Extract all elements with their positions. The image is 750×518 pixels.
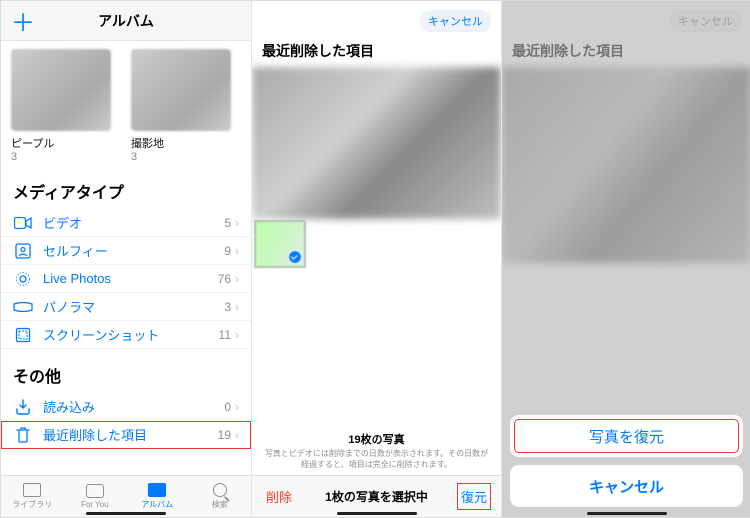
tab-search[interactable]: 検索 bbox=[189, 476, 252, 517]
row-selfies[interactable]: セルフィー 9 › bbox=[1, 237, 251, 265]
add-album-button[interactable]: ＋ bbox=[11, 3, 35, 38]
row-recently-deleted[interactable]: 最近削除した項目 19 › bbox=[1, 421, 251, 449]
cancel-button[interactable]: キャンセル bbox=[420, 10, 491, 32]
chevron-right-icon: › bbox=[235, 216, 239, 230]
screenshot-icon bbox=[13, 325, 33, 345]
photo-grid-preview[interactable] bbox=[252, 67, 501, 219]
panorama-icon bbox=[13, 297, 33, 317]
cancel-sheet-button[interactable]: キャンセル bbox=[510, 465, 743, 507]
tab-albums[interactable]: アルバム bbox=[126, 476, 189, 517]
row-count: 19 bbox=[218, 428, 231, 442]
live-photos-icon bbox=[13, 269, 33, 289]
search-icon bbox=[213, 483, 227, 497]
row-live-photos[interactable]: Live Photos 76 › bbox=[1, 265, 251, 293]
tab-for-you[interactable]: For You bbox=[64, 476, 127, 517]
row-label: パノラマ bbox=[43, 297, 224, 316]
import-icon bbox=[13, 397, 33, 417]
video-icon bbox=[13, 213, 33, 233]
row-count: 9 bbox=[224, 244, 231, 258]
row-label: セルフィー bbox=[43, 241, 224, 260]
album-thumb-people[interactable]: ピープル 3 bbox=[11, 49, 111, 163]
chevron-right-icon: › bbox=[235, 428, 239, 442]
tab-library[interactable]: ライブラリ bbox=[1, 476, 64, 517]
chevron-right-icon: › bbox=[235, 300, 239, 314]
tab-bar: ライブラリ For You アルバム 検索 bbox=[1, 475, 251, 517]
photo-count-label: 19枚の写真 bbox=[264, 431, 489, 447]
recover-photo-button[interactable]: 写真を復元 bbox=[510, 415, 743, 457]
selected-photo-thumb[interactable] bbox=[256, 222, 304, 266]
selfie-icon bbox=[13, 241, 33, 261]
album-thumb-count: 3 bbox=[11, 151, 111, 163]
tab-label: For You bbox=[81, 500, 109, 509]
album-thumb-label: ピープル bbox=[11, 135, 111, 151]
other-list: 読み込み 0 › 最近削除した項目 19 › bbox=[1, 393, 251, 449]
library-icon bbox=[23, 483, 41, 497]
media-types-list: ビデオ 5 › セルフィー 9 › Live Photos 76 › パノラマ … bbox=[1, 209, 251, 349]
selection-count: 1枚の写真を選択中 bbox=[325, 488, 428, 505]
row-screenshots[interactable]: スクリーンショット 11 › bbox=[1, 321, 251, 349]
pane2-toolbar: 削除 1枚の写真を選択中 復元 bbox=[252, 475, 501, 517]
chevron-right-icon: › bbox=[235, 272, 239, 286]
tab-label: 検索 bbox=[212, 499, 228, 510]
trash-icon bbox=[13, 425, 33, 445]
deletion-note: 写真とビデオには削除までの日数が表示されます。その日数が経過すると、項目は完全に… bbox=[264, 448, 489, 470]
album-thumb-places[interactable]: 撮影地 3 bbox=[131, 49, 231, 163]
chevron-right-icon: › bbox=[235, 400, 239, 414]
home-indicator bbox=[587, 512, 667, 515]
home-indicator bbox=[337, 512, 417, 515]
row-count: 5 bbox=[224, 216, 231, 230]
other-heading: その他 bbox=[1, 349, 251, 393]
album-thumb-image bbox=[131, 49, 231, 131]
albums-icon bbox=[148, 483, 166, 497]
chevron-right-icon: › bbox=[235, 244, 239, 258]
pane2-title: 最近削除した項目 bbox=[252, 41, 501, 67]
row-label: 読み込み bbox=[43, 397, 224, 416]
action-sheet-pane: キャンセル 最近削除した項目 写真を復元 キャンセル bbox=[501, 1, 750, 517]
info-area: 19枚の写真 写真とビデオには削除までの日数が表示されます。その日数が経過すると… bbox=[252, 426, 501, 475]
for-you-icon bbox=[86, 484, 104, 498]
row-videos[interactable]: ビデオ 5 › bbox=[1, 209, 251, 237]
row-count: 0 bbox=[224, 400, 231, 414]
recently-deleted-pane: キャンセル 最近削除した項目 19枚の写真 写真とビデオには削除までの日数が表示… bbox=[251, 1, 501, 517]
row-imports[interactable]: 読み込み 0 › bbox=[1, 393, 251, 421]
album-thumb-count: 3 bbox=[131, 151, 231, 163]
media-types-heading: メディアタイプ bbox=[1, 165, 251, 209]
album-thumb-row: ピープル 3 撮影地 3 bbox=[1, 41, 251, 165]
row-label: スクリーンショット bbox=[43, 325, 219, 344]
row-label: 最近削除した項目 bbox=[43, 425, 218, 444]
chevron-right-icon: › bbox=[235, 328, 239, 342]
pane2-topbar: キャンセル bbox=[252, 1, 501, 41]
row-count: 3 bbox=[224, 300, 231, 314]
row-label: ビデオ bbox=[43, 213, 224, 232]
album-thumb-label: 撮影地 bbox=[131, 135, 231, 151]
tab-label: ライブラリ bbox=[12, 499, 52, 510]
album-thumb-image bbox=[11, 49, 111, 131]
albums-topbar: ＋ アルバム bbox=[1, 1, 251, 41]
action-sheet: 写真を復元 キャンセル bbox=[502, 407, 750, 517]
tab-label: アルバム bbox=[141, 499, 173, 510]
row-label: Live Photos bbox=[43, 271, 218, 286]
albums-pane: ＋ アルバム ピープル 3 撮影地 3 メディアタイプ ビデオ 5 › bbox=[1, 1, 251, 517]
selection-checkmark-icon bbox=[288, 250, 302, 264]
row-count: 76 bbox=[218, 272, 231, 286]
albums-title: アルバム bbox=[98, 11, 154, 31]
delete-button[interactable]: 削除 bbox=[266, 487, 292, 506]
home-indicator bbox=[86, 512, 166, 515]
row-panorama[interactable]: パノラマ 3 › bbox=[1, 293, 251, 321]
recover-button[interactable]: 復元 bbox=[461, 487, 487, 506]
row-count: 11 bbox=[219, 328, 231, 342]
